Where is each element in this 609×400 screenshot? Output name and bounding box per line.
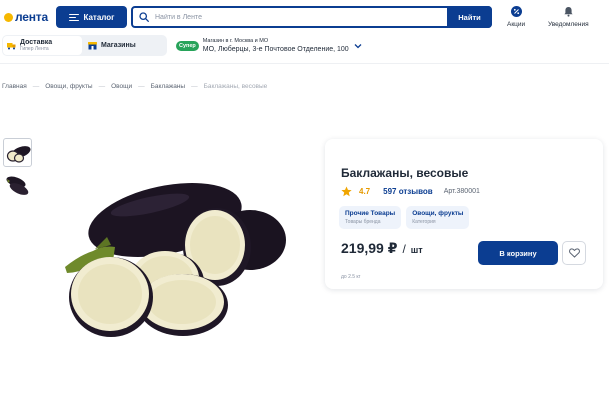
product-tags: Прочие Товары Товары бренда Овощи, фрукт… bbox=[339, 206, 470, 229]
eggplant-thumbnail-image bbox=[6, 176, 29, 195]
search-icon bbox=[139, 12, 149, 22]
brand-chip[interactable]: Прочие Товары Товары бренда bbox=[339, 206, 402, 229]
product-rating: 4.7 bbox=[359, 187, 371, 196]
store-icon bbox=[88, 42, 97, 50]
product-title: Баклажаны, весовые bbox=[341, 166, 469, 180]
breadcrumb-current: Баклажаны, весовые bbox=[203, 83, 268, 90]
product-thumbnail-1[interactable] bbox=[3, 138, 32, 167]
chip-title: Овощи, фрукты bbox=[412, 210, 464, 217]
lenta-logo[interactable]: лента bbox=[4, 9, 48, 25]
search-bar: Найти bbox=[131, 6, 492, 28]
breadcrumb-separator: — bbox=[98, 83, 106, 90]
catalog-label: Каталог bbox=[83, 12, 115, 22]
add-to-cart-button[interactable]: В корзину bbox=[478, 241, 558, 265]
promotions-link[interactable]: Акции bbox=[507, 6, 525, 28]
price-unit: шт bbox=[410, 245, 423, 255]
eggplant-thumbnail-image bbox=[6, 146, 31, 163]
product-sku: Арт.380001 bbox=[443, 188, 480, 195]
logo-flower-icon bbox=[4, 12, 13, 22]
percent-icon bbox=[510, 6, 522, 17]
breadcrumb-item[interactable]: Овощи bbox=[111, 83, 132, 90]
store-title: Магазин в г. Москва и МО bbox=[202, 38, 269, 44]
price-block: 219,99 ₽ / шт bbox=[341, 240, 423, 257]
search-input[interactable] bbox=[155, 11, 445, 23]
price-value: 219,99 ₽ bbox=[341, 240, 398, 256]
chip-title: Прочие Товары bbox=[345, 210, 396, 217]
reviews-link[interactable]: 597 отзывов bbox=[383, 187, 433, 196]
breadcrumb-separator: — bbox=[32, 83, 40, 90]
delivery-mode-switch: Доставка Гипер Лента Магазины bbox=[2, 35, 167, 56]
stores-tab[interactable]: Магазины bbox=[84, 36, 166, 55]
breadcrumb-separator: — bbox=[138, 83, 145, 90]
promotions-label: Акции bbox=[507, 21, 526, 28]
rating-row: 4.7 597 отзывов Арт.380001 bbox=[341, 186, 480, 197]
site-header: лента Каталог Найти Акции Уведомления bbox=[0, 0, 609, 64]
heart-icon bbox=[568, 248, 580, 258]
star-icon bbox=[341, 186, 352, 197]
breadcrumb: Главная — Овощи, фрукты — Овощи — Баклаж… bbox=[2, 83, 267, 90]
search-button[interactable]: Найти bbox=[447, 6, 492, 28]
breadcrumb-separator: — bbox=[191, 83, 198, 90]
breadcrumb-item[interactable]: Баклажаны bbox=[151, 83, 185, 90]
chevron-down-icon bbox=[354, 44, 362, 49]
favorite-button[interactable] bbox=[562, 241, 586, 265]
stores-tab-title: Магазины bbox=[101, 42, 136, 49]
delivery-tab[interactable]: Доставка Гипер Лента bbox=[3, 36, 82, 55]
logo-text: лента bbox=[15, 10, 48, 24]
truck-icon bbox=[7, 43, 16, 50]
delivery-tab-title: Доставка bbox=[20, 38, 53, 46]
product-info-card: Баклажаны, весовые 4.7 597 отзывов Арт.3… bbox=[325, 139, 603, 289]
bell-icon bbox=[564, 7, 573, 17]
store-selector[interactable]: Супер Магазин в г. Москва и МО МО, Любер… bbox=[176, 35, 362, 57]
catalog-button[interactable]: Каталог bbox=[56, 6, 127, 28]
store-address: МО, Люберцы, 3-е Почтовое Отделение, 100 bbox=[202, 46, 349, 53]
chip-subtitle: Товары бренда bbox=[345, 219, 381, 225]
eggplant-image bbox=[65, 182, 286, 337]
product-main-image[interactable] bbox=[55, 165, 300, 355]
delivery-tab-subtitle: Гипер Лента bbox=[20, 45, 49, 52]
product-thumbnail-2[interactable] bbox=[3, 172, 32, 201]
category-chip[interactable]: Овощи, фрукты Категория bbox=[406, 206, 470, 229]
notifications-label: Уведомления bbox=[548, 21, 589, 28]
breadcrumb-item[interactable]: Овощи, фрукты bbox=[45, 83, 92, 90]
notifications-link[interactable]: Уведомления bbox=[548, 6, 589, 28]
menu-icon bbox=[68, 13, 79, 21]
store-format-badge: Супер bbox=[176, 41, 199, 51]
breadcrumb-item[interactable]: Главная bbox=[2, 83, 27, 90]
weight-note: до 2.5 кг bbox=[341, 274, 361, 280]
price-separator: / bbox=[402, 242, 406, 256]
chip-subtitle: Категория bbox=[412, 219, 436, 225]
